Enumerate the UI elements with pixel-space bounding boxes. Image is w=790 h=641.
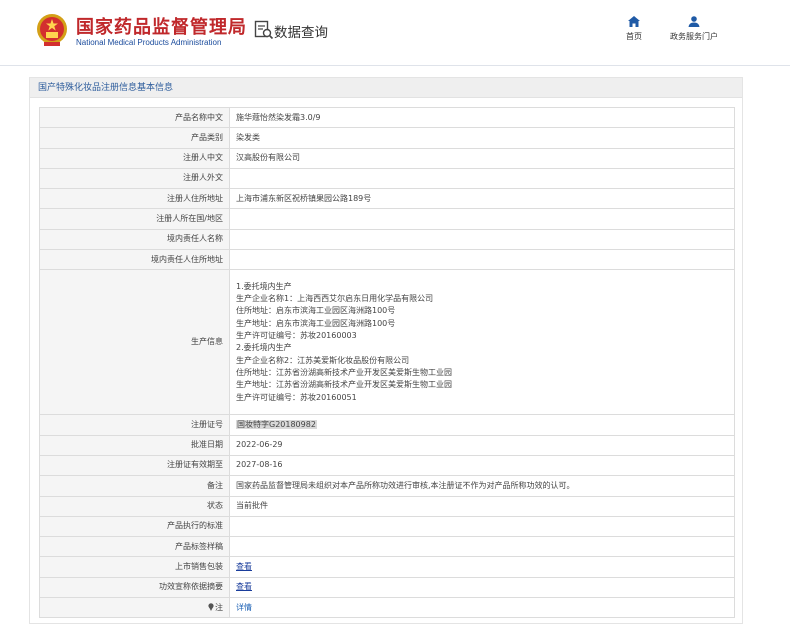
nav-home-label: 首页 xyxy=(626,32,642,41)
table-row: 产品类别 染发类 xyxy=(39,127,735,149)
row-value: 2027-08-16 xyxy=(229,454,735,477)
table-row: 备注 国家药品监督管理局未组织对本产品所称功效进行审核,本注册证不作为对产品所称… xyxy=(39,475,735,497)
row-value xyxy=(229,208,735,230)
row-value: 上海市浦东新区祝桥镇果园公路189号 xyxy=(229,188,735,210)
row-label: 产品名称中文 xyxy=(39,106,230,129)
note-label-cell: 注 xyxy=(39,597,230,619)
row-label: 注册证有效期至 xyxy=(39,454,230,477)
table-row: 注册人外文 xyxy=(39,167,735,190)
table-row: 注册证号 国妆特字G20180982 xyxy=(39,414,735,436)
row-label: 境内责任人住所地址 xyxy=(39,249,230,271)
row-value: 汉高股份有限公司 xyxy=(229,147,735,169)
row-label: 功效宣称依据摘要 xyxy=(39,576,230,599)
details-link[interactable]: 详情 xyxy=(236,603,252,612)
production-line: 生产地址：江苏省汾湖高新技术产业开发区美爱斯生物工业园 xyxy=(236,380,452,390)
table-row: 状态 当前批件 xyxy=(39,495,735,517)
row-label: 产品类别 xyxy=(39,127,230,149)
row-label: 产品标签样稿 xyxy=(39,536,230,558)
row-value xyxy=(229,228,735,251)
packaging-cell: 查看 xyxy=(229,556,735,578)
row-label: 注册人中文 xyxy=(39,147,230,169)
row-label: 注册人外文 xyxy=(39,167,230,190)
nav-portal-link[interactable]: 政务服务门户 xyxy=(666,16,722,42)
production-line: 2.委托境内生产 xyxy=(236,343,292,353)
table-row: 产品执行的标准 xyxy=(39,515,735,538)
row-label: 上市销售包装 xyxy=(39,556,230,578)
view-efficacy-summary-link[interactable]: 查看 xyxy=(236,582,252,591)
table-row: 产品名称中文 施华蔻怡然染发霜3.0/9 xyxy=(39,106,735,129)
row-value: 染发类 xyxy=(229,127,735,149)
info-panel: 国产特殊化妆品注册信息基本信息 产品名称中文 施华蔻怡然染发霜3.0/9 产品类… xyxy=(29,77,743,624)
row-label: 状态 xyxy=(39,495,230,517)
table-row: 注册证有效期至 2027-08-16 xyxy=(39,454,735,477)
row-value xyxy=(229,249,735,271)
production-line: 生产许可证编号：苏妆20160003 xyxy=(236,331,357,341)
table-row: 境内责任人住所地址 xyxy=(39,249,735,271)
table-row: 注册人住所地址 上海市浦东新区祝桥镇果园公路189号 xyxy=(39,188,735,210)
production-info-value: 1.委托境内生产 生产企业名称1：上海西西艾尔启东日用化学品有限公司 住所地址：… xyxy=(229,269,735,416)
page-heading: 数据查询 xyxy=(274,25,328,41)
panel-title: 国产特殊化妆品注册信息基本信息 xyxy=(30,78,742,98)
table-row: 上市销售包装 查看 xyxy=(39,556,735,578)
table-row: 功效宣称依据摘要 查看 xyxy=(39,576,735,599)
site-header: 国家药品监督管理局 National Medical Products Admi… xyxy=(0,0,790,64)
production-line: 住所地址：江苏省汾湖高新技术产业开发区美爱斯生物工业园 xyxy=(236,367,452,377)
row-label: 备注 xyxy=(39,475,230,497)
info-table: 产品名称中文 施华蔻怡然染发霜3.0/9 产品类别 染发类 注册人中文 汉高股份… xyxy=(39,106,735,619)
row-value: 国家药品监督管理局未组织对本产品所称功效进行审核,本注册证不作为对产品所称功效的… xyxy=(229,475,735,497)
row-value xyxy=(229,167,735,190)
row-value xyxy=(229,536,735,558)
row-label: 生产信息 xyxy=(39,269,230,416)
view-packaging-link[interactable]: 查看 xyxy=(236,562,252,571)
row-label: 注册人所在国/地区 xyxy=(39,208,230,230)
row-label: 境内责任人名称 xyxy=(39,228,230,251)
table-row: 注册人所在国/地区 xyxy=(39,208,735,230)
table-row: 产品标签样稿 xyxy=(39,536,735,558)
details-cell: 详情 xyxy=(229,597,735,619)
table-row: 境内责任人名称 xyxy=(39,228,735,251)
row-value: 当前批件 xyxy=(229,495,735,517)
row-value: 2022-06-29 xyxy=(229,434,735,456)
national-emblem-icon xyxy=(37,14,67,46)
row-label: 注 xyxy=(215,602,223,612)
table-row: 批准日期 2022-06-29 xyxy=(39,434,735,456)
production-line: 生产许可证编号：苏妆20160051 xyxy=(236,392,357,402)
row-label: 产品执行的标准 xyxy=(39,515,230,538)
table-row: 注 详情 xyxy=(39,597,735,619)
header-divider xyxy=(0,65,790,66)
nav-home-link[interactable]: 首页 xyxy=(622,16,646,42)
registration-number-cell: 国妆特字G20180982 xyxy=(229,414,735,436)
user-icon xyxy=(688,16,700,27)
production-line: 生产企业名称1：上海西西艾尔启东日用化学品有限公司 xyxy=(236,294,434,304)
table-row: 注册人中文 汉高股份有限公司 xyxy=(39,147,735,169)
production-line: 生产地址：启东市滨海工业园区海洲路100号 xyxy=(236,318,396,328)
row-value xyxy=(229,515,735,538)
nav-portal-label: 政务服务门户 xyxy=(670,32,718,41)
production-line: 生产企业名称2：江苏美爱斯化妆品股份有限公司 xyxy=(236,355,410,365)
row-label: 注册人住所地址 xyxy=(39,188,230,210)
production-line: 1.委托境内生产 xyxy=(236,281,292,291)
registration-number: 国妆特字G20180982 xyxy=(236,419,317,429)
row-label: 注册证号 xyxy=(39,414,230,436)
data-query-icon xyxy=(254,20,274,40)
row-label: 批准日期 xyxy=(39,434,230,456)
production-info-row: 生产信息 1.委托境内生产 生产企业名称1：上海西西艾尔启东日用化学品有限公司 … xyxy=(39,269,735,416)
pin-icon xyxy=(208,602,214,611)
row-value: 施华蔻怡然染发霜3.0/9 xyxy=(229,106,735,129)
production-line: 住所地址：启东市滨海工业园区海洲路100号 xyxy=(236,306,396,316)
efficacy-summary-cell: 查看 xyxy=(229,576,735,599)
home-icon xyxy=(628,16,640,27)
site-title: 国家药品监督管理局 xyxy=(76,17,247,38)
site-subtitle: National Medical Products Administration xyxy=(76,38,222,47)
